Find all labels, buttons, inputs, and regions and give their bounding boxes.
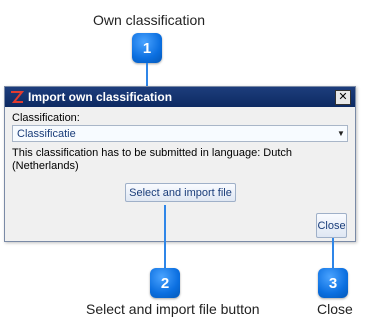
language-hint: This classification has to be submitted … — [12, 147, 293, 172]
app-logo-icon — [11, 91, 24, 103]
callout-badge-1: 1 — [132, 33, 162, 63]
callout-label-select-import: Select and import file button — [86, 301, 260, 317]
classification-label: Classification: — [12, 112, 80, 124]
import-dialog: Import own classification ✕ Classificati… — [4, 86, 356, 242]
dialog-titlebar: Import own classification ✕ — [5, 87, 355, 107]
callout-leader-2 — [164, 205, 166, 268]
callout-leader-3 — [332, 238, 334, 268]
callout-badge-3: 3 — [318, 268, 348, 298]
callout-label-close: Close — [317, 301, 353, 317]
select-import-file-button[interactable]: Select and import file — [125, 183, 236, 202]
chevron-down-icon[interactable]: ▼ — [335, 129, 347, 138]
classification-select[interactable]: Classificatie ▼ — [12, 125, 348, 142]
dialog-title: Import own classification — [28, 90, 173, 104]
callout-badge-2: 2 — [150, 268, 180, 298]
classification-selected-value: Classificatie — [17, 127, 76, 140]
callout-label-own-classification: Own classification — [93, 12, 206, 28]
close-button[interactable]: Close — [316, 213, 347, 238]
close-icon[interactable]: ✕ — [335, 89, 351, 105]
